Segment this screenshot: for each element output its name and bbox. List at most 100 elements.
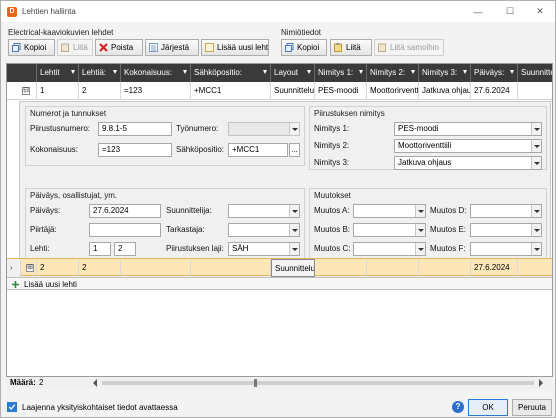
paste-title-info-button[interactable]: Liitä: [330, 39, 372, 56]
chevron-down-icon[interactable]: [531, 123, 541, 135]
header-lehti[interactable]: Lehtit: [37, 64, 79, 82]
paivays-input[interactable]: 27.6.2024: [89, 204, 161, 218]
muutos-e-select[interactable]: [470, 223, 542, 237]
cell-sahkopositio[interactable]: +MCC1: [191, 82, 271, 100]
cell-suunnittelija[interactable]: [518, 82, 552, 100]
chevron-down-icon[interactable]: [289, 243, 299, 255]
scroll-left-icon[interactable]: [92, 379, 98, 387]
chevron-down-icon[interactable]: [531, 243, 541, 255]
cell-lehti[interactable]: 1: [37, 82, 79, 100]
kokonaisuus-input[interactable]: =123: [98, 143, 172, 157]
suunnittelija-select[interactable]: [228, 204, 300, 218]
chevron-down-icon[interactable]: [289, 205, 299, 217]
scroll-right-icon[interactable]: [538, 379, 544, 387]
nimitys1-select[interactable]: PES-moodi: [394, 122, 542, 136]
sahkopositio-input[interactable]: +MCC1: [228, 143, 288, 157]
add-sheet-button[interactable]: Lisää uusi lehti: [201, 39, 269, 56]
collapse-icon[interactable]: ⊟: [22, 87, 30, 95]
add-sheet-label: Lisää uusi lehti: [217, 43, 269, 52]
header-kokonaisuus[interactable]: Kokonaisuus:: [121, 64, 191, 82]
header-sahkopositio[interactable]: Sähköpositio:: [191, 64, 271, 82]
cell-lehti[interactable]: 2: [37, 259, 79, 277]
cell-suunnittelija[interactable]: [518, 259, 552, 277]
filter-icon: [411, 70, 415, 74]
chevron-down-icon[interactable]: [289, 123, 299, 135]
cell-sahkopositio[interactable]: [191, 259, 271, 277]
sort-sheets-button[interactable]: Järjestä: [145, 39, 199, 56]
cell-paivays[interactable]: 27.6.2024: [471, 82, 518, 100]
muutos-c-select[interactable]: [353, 242, 426, 256]
sahkopositio-browse-button[interactable]: ...: [289, 143, 300, 157]
muutos-b-select[interactable]: [353, 223, 426, 237]
header-nimitys1[interactable]: Nimitys 1:: [315, 64, 367, 82]
header-nimitys3[interactable]: Nimitys 3:: [419, 64, 471, 82]
lehti-total-input[interactable]: 2: [114, 242, 136, 256]
delete-sheet-button[interactable]: Poista: [95, 39, 143, 56]
lehti-number-input[interactable]: 1: [89, 242, 111, 256]
changes-title: Muutokset: [314, 191, 351, 200]
piirustusnumero-label: Piirustusnumero:: [30, 124, 91, 133]
copy-sheet-button[interactable]: Kopioi: [8, 39, 55, 56]
chevron-down-icon[interactable]: [415, 205, 425, 217]
cell-paivays[interactable]: 27.6.2024: [471, 259, 518, 277]
tarkastaja-select[interactable]: [228, 223, 300, 237]
row-expander[interactable]: ⊟: [7, 82, 37, 100]
ok-button[interactable]: OK: [468, 399, 508, 416]
header-lehtia[interactable]: Lehtiä:: [79, 64, 121, 82]
expand-details-checkbox[interactable]: [7, 402, 17, 412]
muutos-d-select[interactable]: [470, 204, 542, 218]
cell-lehtia[interactable]: 2: [79, 82, 121, 100]
chevron-down-icon[interactable]: [415, 224, 425, 236]
cell-kokonaisuus[interactable]: [121, 259, 191, 277]
chevron-down-icon[interactable]: [531, 205, 541, 217]
cell-nimitys1[interactable]: [315, 259, 367, 277]
cell-nimitys2[interactable]: Moottorirventt: [367, 82, 419, 100]
cell-layout[interactable]: Suunnittelu: [271, 259, 315, 277]
filter-icon: [359, 70, 363, 74]
cell-nimitys2[interactable]: [367, 259, 419, 277]
cancel-button[interactable]: Peruuta: [512, 399, 552, 416]
chevron-down-icon[interactable]: [289, 224, 299, 236]
laji-select[interactable]: SÄH: [228, 242, 300, 256]
muutos-a-select[interactable]: [353, 204, 426, 218]
add-sheet-icon: [205, 43, 214, 52]
chevron-down-icon[interactable]: [531, 140, 541, 152]
help-icon[interactable]: ?: [452, 401, 464, 413]
maximize-button[interactable]: ☐: [495, 4, 525, 19]
cell-nimitys3[interactable]: [419, 259, 471, 277]
header-suunnittelija[interactable]: Suunnittelija: [518, 64, 552, 82]
minimize-button[interactable]: —: [463, 4, 493, 19]
table-row[interactable]: › ⊞ 2 2 Suunnittelu 27.6.2024: [7, 258, 552, 277]
header-nimitys2[interactable]: Nimitys 2:: [367, 64, 419, 82]
chevron-down-icon[interactable]: [415, 243, 425, 255]
chevron-down-icon[interactable]: [531, 224, 541, 236]
paste-same-button[interactable]: Liitä samoihin: [374, 39, 444, 56]
cell-layout[interactable]: Suunnittelu: [271, 82, 315, 100]
paste-sheet-button[interactable]: Liitä: [57, 39, 93, 56]
kokonaisuus-label: Kokonaisuus:: [30, 145, 79, 154]
cell-kokonaisuus[interactable]: =123: [121, 82, 191, 100]
piirtaja-input[interactable]: [89, 223, 161, 237]
naming-title: Piirustuksen nimitys: [314, 109, 385, 118]
header-paivays[interactable]: Päiväys:: [471, 64, 518, 82]
cell-nimitys1[interactable]: PES-moodi: [315, 82, 367, 100]
row-expander[interactable]: ⊞: [21, 259, 37, 277]
copy-title-info-button[interactable]: Kopioi: [281, 39, 327, 56]
nimitys2-select[interactable]: Moottoriventtiili: [394, 139, 542, 153]
add-new-sheet-row[interactable]: Lisää uusi lehti: [7, 277, 552, 290]
header-layout[interactable]: Layout: [271, 64, 315, 82]
paste-same-icon: [378, 43, 386, 52]
expand-icon[interactable]: ⊞: [26, 264, 34, 272]
horizontal-scrollbar[interactable]: [102, 381, 534, 385]
muutos-f-select[interactable]: [470, 242, 542, 256]
cell-lehtia[interactable]: 2: [79, 259, 121, 277]
close-button[interactable]: ✕: [525, 4, 555, 19]
piirustusnumero-input[interactable]: 9.8.1-5: [98, 122, 172, 136]
grid-footer: Määrä: 2: [6, 377, 553, 389]
scroll-thumb[interactable]: [254, 379, 257, 387]
cell-nimitys3[interactable]: Jatkuva ohjau: [419, 82, 471, 100]
table-row[interactable]: ⊟ 1 2 =123 +MCC1 Suunnittelu PES-moodi M…: [7, 82, 552, 100]
chevron-down-icon[interactable]: [531, 157, 541, 169]
nimitys3-select[interactable]: Jatkuva ohjaus: [394, 156, 542, 170]
tyonumero-select[interactable]: [228, 122, 300, 136]
